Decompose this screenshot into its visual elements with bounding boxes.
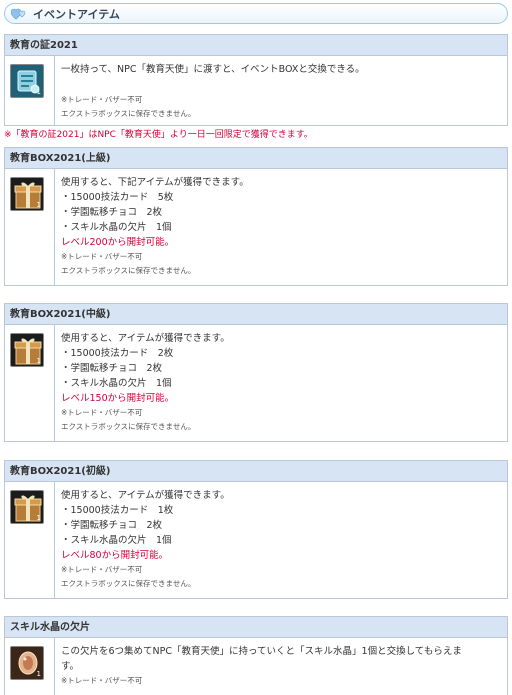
item-description: 使用すると、アイテムが獲得できます。	[61, 490, 230, 501]
acquisition-note: ※「教育の証2021」はNPC「教育天使」より一日一回限定で獲得できます。	[4, 130, 313, 140]
item-reward: ・スキル水晶の欠片 1個	[61, 222, 172, 233]
item-reward: ・学園転移チョコ 2枚	[61, 520, 163, 531]
gift-box-icon: 1	[10, 490, 44, 524]
crystal-shard-icon: 1	[10, 646, 44, 680]
item-note: エクストラボックスに保存できません。	[61, 579, 196, 588]
item-reward: ・学園転移チョコ 2枚	[61, 207, 163, 218]
item-reward: ・15000技法カード 1枚	[61, 505, 174, 516]
item-description: 一枚持って、NPC「教育天使」に渡すと、イベントBOXと交換できる。	[61, 64, 365, 75]
item-name: 教育の証2021	[5, 35, 507, 56]
level-requirement: レベル200から開封可能。	[61, 237, 175, 248]
item-table: 教育BOX2021(初級) 1 使用すると、アイテムが獲得できます。 ・1500…	[4, 460, 508, 599]
item-note: ※トレード・バザー不可	[61, 252, 143, 261]
item-description: 使用すると、下記アイテムが獲得できます。	[61, 177, 249, 188]
item-note: エクストラボックスに保存できません。	[61, 422, 196, 431]
item-table: スキル水晶の欠片 1 この欠片を6つ集めてNPC「教育天使」に持っていくと「スキ…	[4, 616, 508, 695]
item-description: す。	[61, 661, 80, 672]
item-reward: ・15000技法カード 2枚	[61, 348, 174, 359]
item-note: ※トレード・バザー不可	[61, 565, 143, 574]
item-note: ※トレード・バザー不可	[61, 95, 143, 104]
item-note: エクストラボックスに保存できません。	[61, 109, 196, 118]
scroll-icon: 1	[10, 64, 44, 98]
item-note: ※トレード・バザー不可	[61, 408, 143, 417]
section-header: イベントアイテム	[4, 3, 508, 24]
item-reward: ・スキル水晶の欠片 1個	[61, 535, 172, 546]
gift-box-icon: 1	[10, 333, 44, 367]
item-name: 教育BOX2021(初級)	[5, 461, 507, 482]
item-table: 教育BOX2021(中級) 1 使用すると、アイテムが獲得できます。 ・1500…	[4, 303, 508, 442]
item-reward: ・学園転移チョコ 2枚	[61, 363, 163, 374]
item-table: 教育の証2021 1 一枚持って、NPC「教育天使」に渡すと、イベントBOXと交…	[4, 34, 508, 126]
item-table: 教育BOX2021(上級) 1 使用すると、下記アイテムが獲得できます。 ・15…	[4, 147, 508, 286]
item-name: 教育BOX2021(上級)	[5, 148, 507, 169]
item-name: スキル水晶の欠片	[5, 617, 507, 638]
item-reward: ・スキル水晶の欠片 1個	[61, 378, 172, 389]
level-requirement: レベル150から開封可能。	[61, 393, 175, 404]
item-reward: ・15000技法カード 5枚	[61, 192, 174, 203]
section-title: イベントアイテム	[33, 7, 120, 21]
level-requirement: レベル80から開封可能。	[61, 550, 169, 561]
gift-box-icon: 1	[10, 177, 44, 211]
item-note: エクストラボックスに保存できません。	[61, 266, 196, 275]
item-name: 教育BOX2021(中級)	[5, 304, 507, 325]
item-note: ※トレード・バザー不可	[61, 676, 143, 685]
item-description: この欠片を6つ集めてNPC「教育天使」に持っていくと「スキル水晶」1個と交換して…	[61, 646, 462, 657]
hearts-icon	[11, 8, 26, 19]
item-description: 使用すると、アイテムが獲得できます。	[61, 333, 230, 344]
